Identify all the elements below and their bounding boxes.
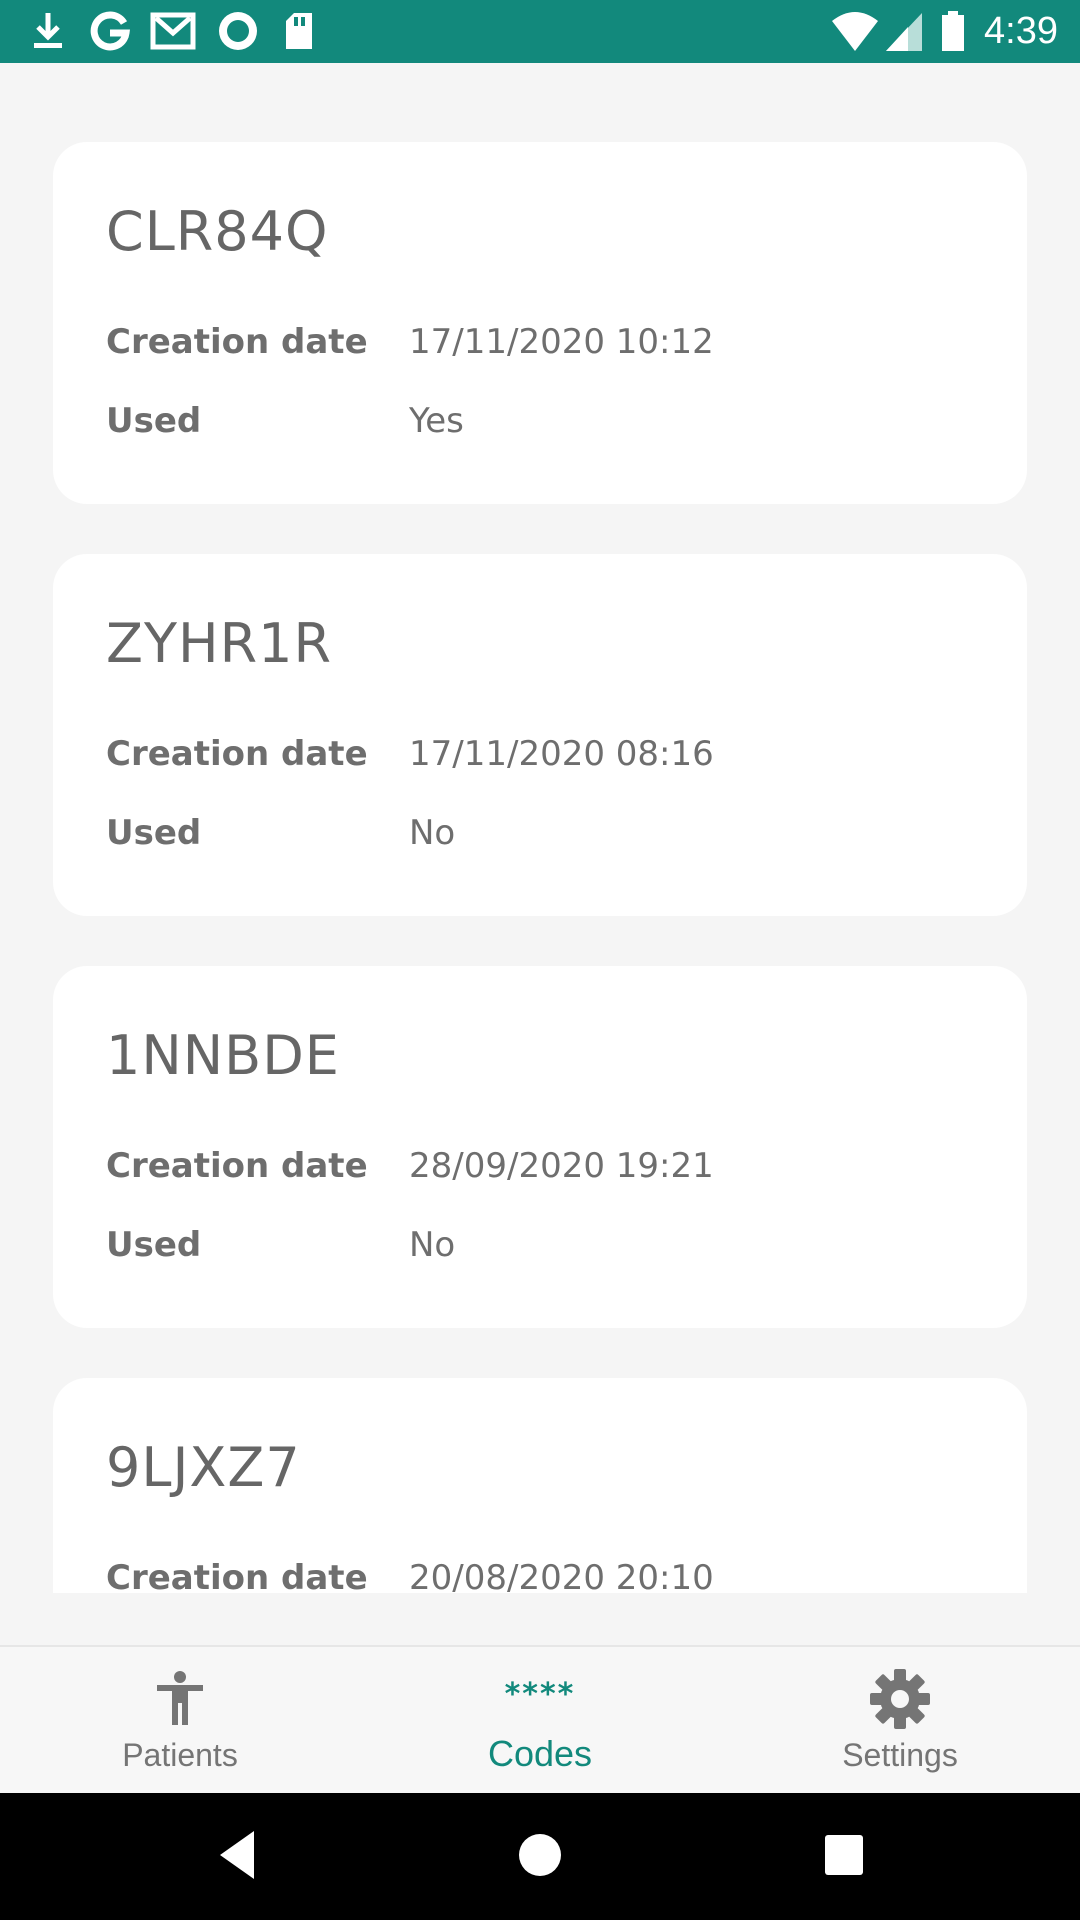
- record-icon: [219, 12, 257, 50]
- bottom-navigation: Patients **** Codes Settings: [0, 1645, 1080, 1795]
- used-label: Used: [106, 1225, 202, 1265]
- wifi-icon: [832, 12, 878, 51]
- code-card[interactable]: ZYHR1R Creation date 17/11/2020 08:16 Us…: [53, 554, 1027, 916]
- accessibility-person-icon: [157, 1671, 203, 1725]
- code-value: CLR84Q: [106, 200, 329, 263]
- gmail-icon: [150, 12, 196, 50]
- cell-signal-icon: [886, 13, 922, 51]
- system-navigation-bar: [0, 1793, 1080, 1920]
- nav-patients[interactable]: Patients: [0, 1647, 360, 1795]
- creation-date-label: Creation date: [106, 1146, 368, 1186]
- gear-icon: [870, 1669, 930, 1729]
- status-time: 4:39: [984, 10, 1058, 52]
- creation-date-value: 17/11/2020 08:16: [409, 734, 714, 774]
- nav-codes[interactable]: **** Codes: [360, 1647, 720, 1795]
- codes-icon: ****: [504, 1677, 576, 1712]
- creation-date-value: 28/09/2020 19:21: [409, 1146, 714, 1186]
- creation-date-label: Creation date: [106, 322, 368, 362]
- creation-date-label: Creation date: [106, 1558, 368, 1593]
- used-value: No: [409, 813, 456, 853]
- recents-icon[interactable]: [822, 1823, 866, 1887]
- home-icon[interactable]: [516, 1823, 564, 1887]
- battery-icon: [942, 11, 964, 51]
- used-label: Used: [106, 813, 202, 853]
- status-bar: 4:39: [0, 0, 1080, 63]
- nav-settings-label: Settings: [842, 1737, 958, 1773]
- used-label: Used: [106, 401, 202, 441]
- code-card[interactable]: 9LJXZ7 Creation date 20/08/2020 20:10: [53, 1378, 1027, 1593]
- download-icon: [34, 13, 62, 48]
- used-value: Yes: [409, 401, 464, 441]
- creation-date-value: 17/11/2020 10:12: [409, 322, 714, 362]
- code-card[interactable]: 1NNBDE Creation date 28/09/2020 19:21 Us…: [53, 966, 1027, 1328]
- codes-list[interactable]: CLR84Q Creation date 17/11/2020 10:12 Us…: [0, 63, 1080, 1593]
- code-value: 9LJXZ7: [106, 1436, 301, 1499]
- nav-codes-label: Codes: [487, 1733, 593, 1774]
- nav-settings[interactable]: Settings: [720, 1647, 1080, 1795]
- code-value: 1NNBDE: [106, 1024, 340, 1087]
- creation-date-label: Creation date: [106, 734, 368, 774]
- google-icon: [90, 11, 130, 51]
- used-value: No: [409, 1225, 456, 1265]
- back-icon[interactable]: [214, 1823, 258, 1887]
- code-card[interactable]: CLR84Q Creation date 17/11/2020 10:12 Us…: [53, 142, 1027, 504]
- nav-patients-label: Patients: [122, 1737, 238, 1773]
- creation-date-value: 20/08/2020 20:10: [409, 1558, 714, 1593]
- sd-card-icon: [286, 13, 312, 49]
- code-value: ZYHR1R: [106, 612, 332, 675]
